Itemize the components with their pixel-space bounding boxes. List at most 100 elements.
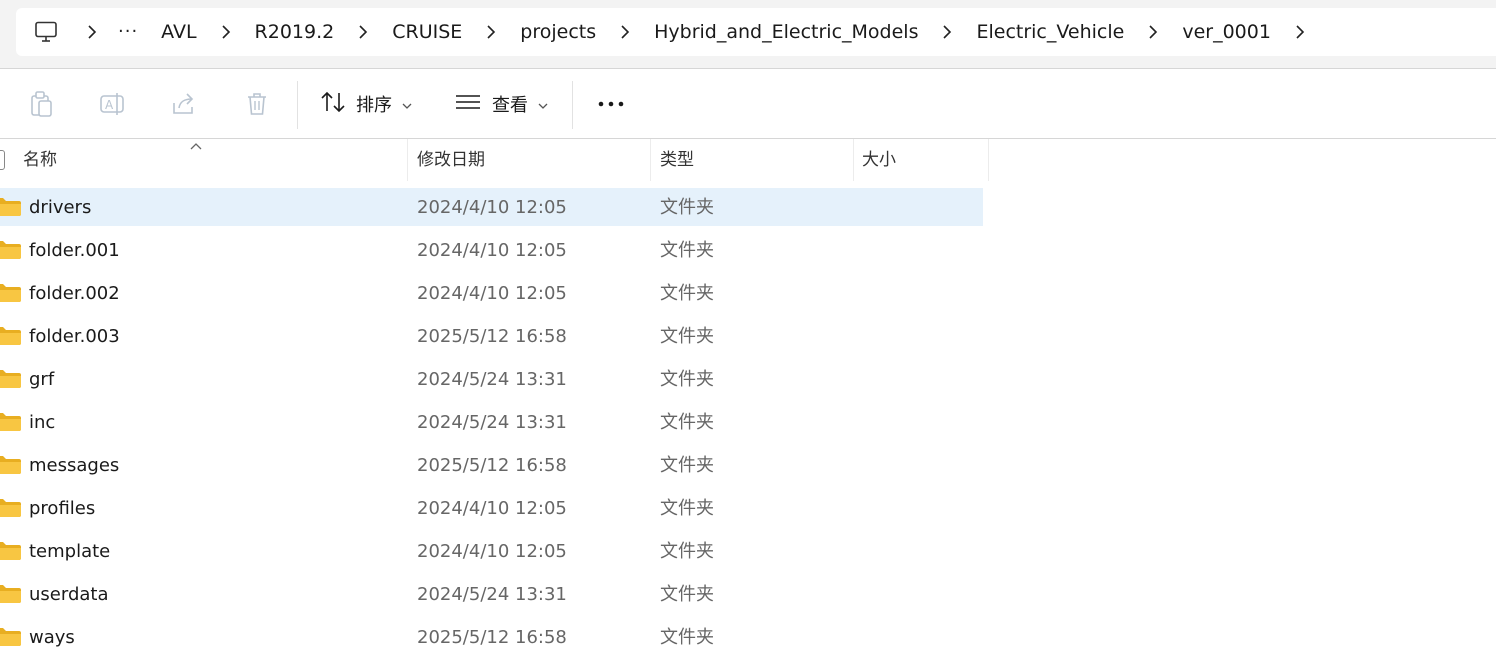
- file-modified: 2025/5/12 16:58: [417, 455, 567, 476]
- delete-icon[interactable]: [240, 87, 274, 121]
- column-header-name[interactable]: 名称: [23, 139, 57, 181]
- breadcrumb-overflow[interactable]: ···: [108, 8, 148, 56]
- breadcrumb-item[interactable]: R2019.2: [242, 8, 348, 56]
- breadcrumb-item[interactable]: projects: [507, 8, 609, 56]
- view-label: 查看: [492, 95, 528, 116]
- file-modified: 2025/5/12 16:58: [417, 627, 567, 648]
- file-modified: 2024/5/24 13:31: [417, 584, 567, 605]
- file-name: folder.001: [29, 240, 120, 261]
- breadcrumb-item[interactable]: Electric_Vehicle: [963, 8, 1137, 56]
- folder-icon: [0, 369, 22, 393]
- toolbar-divider: [572, 81, 573, 129]
- svg-text:A: A: [105, 98, 114, 112]
- file-name: ways: [29, 627, 75, 648]
- sort-button[interactable]: 排序: [320, 83, 412, 125]
- file-name: inc: [29, 412, 56, 433]
- folder-icon: [0, 541, 22, 565]
- chevron-down-icon: [538, 94, 548, 115]
- file-modified: 2024/4/10 12:05: [417, 498, 567, 519]
- view-button[interactable]: 查看: [454, 83, 548, 125]
- breadcrumb[interactable]: ··· AVL R2019.2 CRUISE projects Hybrid_and_E…: [16, 8, 1496, 56]
- file-modified: 2024/4/10 12:05: [417, 240, 567, 261]
- file-name: folder.003: [29, 326, 120, 347]
- folder-icon: [0, 627, 22, 651]
- file-type: 文件夹: [660, 455, 714, 476]
- toolbar-divider: [297, 81, 298, 129]
- file-name: folder.002: [29, 283, 120, 304]
- file-type: 文件夹: [660, 369, 714, 390]
- file-name: messages: [29, 455, 120, 476]
- folder-icon: [0, 326, 22, 350]
- file-modified: 2024/4/10 12:05: [417, 541, 567, 562]
- computer-icon[interactable]: [16, 8, 76, 56]
- column-divider[interactable]: [988, 139, 989, 181]
- file-row[interactable]: folder.003 2025/5/12 16:58 文件夹: [0, 317, 983, 355]
- share-icon[interactable]: [167, 87, 201, 121]
- folder-icon: [0, 197, 22, 221]
- chevron-right-icon[interactable]: [76, 8, 108, 56]
- chevron-right-icon[interactable]: [475, 8, 507, 56]
- file-row[interactable]: drivers 2024/4/10 12:05 文件夹: [0, 188, 983, 226]
- file-type: 文件夹: [660, 283, 714, 304]
- file-row[interactable]: profiles 2024/4/10 12:05 文件夹: [0, 489, 983, 527]
- file-row[interactable]: folder.001 2024/4/10 12:05 文件夹: [0, 231, 983, 269]
- column-divider[interactable]: [407, 139, 408, 181]
- column-headers: 名称 修改日期 类型 大小: [0, 139, 990, 181]
- file-type: 文件夹: [660, 197, 714, 218]
- chevron-right-icon[interactable]: [347, 8, 379, 56]
- file-row[interactable]: messages 2025/5/12 16:58 文件夹: [0, 446, 983, 484]
- command-bar: A 排序 查看: [0, 69, 1496, 139]
- file-type: 文件夹: [660, 498, 714, 519]
- chevron-right-icon[interactable]: [931, 8, 963, 56]
- breadcrumb-item[interactable]: AVL: [148, 8, 209, 56]
- sort-icon: [320, 90, 346, 119]
- file-name: drivers: [29, 197, 92, 218]
- breadcrumb-item[interactable]: CRUISE: [379, 8, 475, 56]
- chevron-right-icon[interactable]: [1137, 8, 1169, 56]
- folder-icon: [0, 240, 22, 264]
- file-modified: 2024/4/10 12:05: [417, 283, 567, 304]
- sort-label: 排序: [356, 95, 392, 116]
- file-name: userdata: [29, 584, 109, 605]
- chevron-right-icon[interactable]: [210, 8, 242, 56]
- column-divider[interactable]: [853, 139, 854, 181]
- column-header-modified[interactable]: 修改日期: [417, 139, 485, 181]
- folder-icon: [0, 455, 22, 479]
- file-name: template: [29, 541, 111, 562]
- more-icon[interactable]: [594, 87, 628, 121]
- copy-icon[interactable]: [24, 87, 58, 121]
- view-list-icon: [454, 92, 482, 117]
- file-row[interactable]: folder.002 2024/4/10 12:05 文件夹: [0, 274, 983, 312]
- file-row[interactable]: template 2024/4/10 12:05 文件夹: [0, 532, 983, 570]
- chevron-right-icon[interactable]: [1284, 8, 1316, 56]
- file-type: 文件夹: [660, 240, 714, 261]
- sort-ascending-icon: [189, 137, 203, 156]
- file-modified: 2024/5/24 13:31: [417, 412, 567, 433]
- rename-icon[interactable]: A: [96, 87, 130, 121]
- chevron-down-icon: [402, 94, 412, 115]
- file-name: profiles: [29, 498, 96, 519]
- file-modified: 2025/5/12 16:58: [417, 326, 567, 347]
- file-row[interactable]: userdata 2024/5/24 13:31 文件夹: [0, 575, 983, 613]
- file-modified: 2024/4/10 12:05: [417, 197, 567, 218]
- file-type: 文件夹: [660, 541, 714, 562]
- folder-icon: [0, 283, 22, 307]
- chevron-right-icon[interactable]: [609, 8, 641, 56]
- folder-icon: [0, 584, 22, 608]
- folder-icon: [0, 498, 22, 522]
- file-type: 文件夹: [660, 326, 714, 347]
- file-type: 文件夹: [660, 412, 714, 433]
- column-divider[interactable]: [650, 139, 651, 181]
- column-header-type[interactable]: 类型: [660, 139, 694, 181]
- file-name: grf: [29, 369, 55, 390]
- column-header-size[interactable]: 大小: [862, 139, 896, 181]
- file-type: 文件夹: [660, 627, 714, 648]
- file-row[interactable]: ways 2025/5/12 16:58 文件夹: [0, 618, 983, 656]
- file-row[interactable]: grf 2024/5/24 13:31 文件夹: [0, 360, 983, 398]
- folder-icon: [0, 412, 22, 436]
- file-modified: 2024/5/24 13:31: [417, 369, 567, 390]
- breadcrumb-item[interactable]: ver_0001: [1169, 8, 1284, 56]
- file-type: 文件夹: [660, 584, 714, 605]
- file-row[interactable]: inc 2024/5/24 13:31 文件夹: [0, 403, 983, 441]
- breadcrumb-item[interactable]: Hybrid_and_Electric_Models: [641, 8, 931, 56]
